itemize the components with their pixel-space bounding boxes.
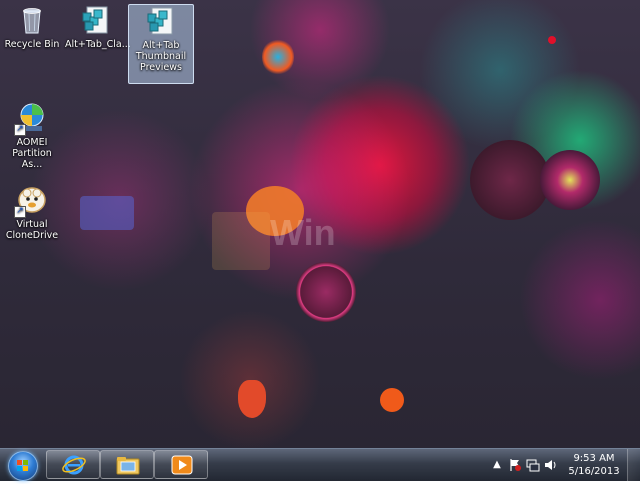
desktop-icon-alt-tab-classic[interactable]: Alt+Tab_Cla... [64, 4, 131, 50]
desktop-icon-label: Virtual CloneDrive [5, 219, 59, 241]
start-button[interactable] [4, 450, 40, 481]
wallpaper-hourglass [262, 38, 294, 76]
wallpaper-red-dot [548, 36, 556, 44]
wallpaper-window-shape [80, 196, 134, 230]
shortcut-arrow-icon: ↗ [14, 124, 26, 136]
aomei-partition-icon: ↗ [14, 102, 48, 136]
wallpaper-small-orb [380, 388, 404, 412]
folder-library-icon [116, 457, 140, 475]
clock-date: 5/16/2013 [568, 466, 620, 477]
taskbar: ▲ 9:53 AM 5/16/2013 [0, 448, 640, 481]
network-icon[interactable] [526, 458, 540, 472]
taskbar-media-player-button[interactable] [154, 450, 208, 479]
clock-time: 9:53 AM [573, 453, 615, 464]
show-hidden-icons-arrow[interactable]: ▲ [490, 458, 504, 472]
volume-icon[interactable] [544, 458, 558, 472]
action-center-flag-icon[interactable] [508, 458, 522, 472]
show-desktop-button[interactable] [627, 449, 640, 481]
wallpaper-vase [238, 380, 266, 418]
desktop-icon-aomei-partition-assistant[interactable]: ↗ AOMEI Partition As... [0, 102, 64, 170]
desktop-icon-label: Recycle Bin [4, 39, 60, 50]
desktop-icon-label: Alt+Tab_Cla... [65, 39, 131, 50]
taskbar-internet-explorer-button[interactable] [46, 450, 100, 479]
recycle-bin-icon [16, 4, 48, 36]
shortcut-arrow-icon: ↗ [14, 206, 26, 218]
taskbar-windows-explorer-button[interactable] [100, 450, 154, 479]
desktop-icon-label: AOMEI Partition As... [12, 137, 52, 170]
windows-start-orb-icon [8, 451, 38, 481]
desktop[interactable]: Win Recycle Bin Alt+Tab_Cla... Alt+Tab T… [0, 0, 640, 448]
media-player-icon [171, 455, 193, 475]
wallpaper-circle [296, 262, 356, 322]
registry-file-icon [80, 4, 112, 36]
taskbar-clock[interactable]: 9:53 AM 5/16/2013 [564, 452, 624, 478]
system-tray: ▲ 9:53 AM 5/16/2013 [490, 449, 640, 481]
desktop-icon-recycle-bin[interactable]: Recycle Bin [0, 4, 64, 50]
watermark-text: Win [270, 212, 336, 253]
internet-explorer-icon [62, 455, 86, 475]
wallpaper-dark-orb [470, 140, 550, 220]
desktop-icon-label: Alt+Tab Thumbnail Previews [135, 40, 187, 73]
desktop-icon-alt-tab-thumbnail-previews[interactable]: Alt+Tab Thumbnail Previews [128, 4, 194, 84]
wallpaper-spiral-orb [540, 150, 600, 210]
virtual-clonedrive-icon: ↗ [14, 184, 48, 218]
wallpaper-windows-logo [212, 212, 270, 270]
registry-file-icon [145, 5, 177, 37]
desktop-icon-virtual-clonedrive[interactable]: ↗ Virtual CloneDrive [0, 184, 64, 241]
